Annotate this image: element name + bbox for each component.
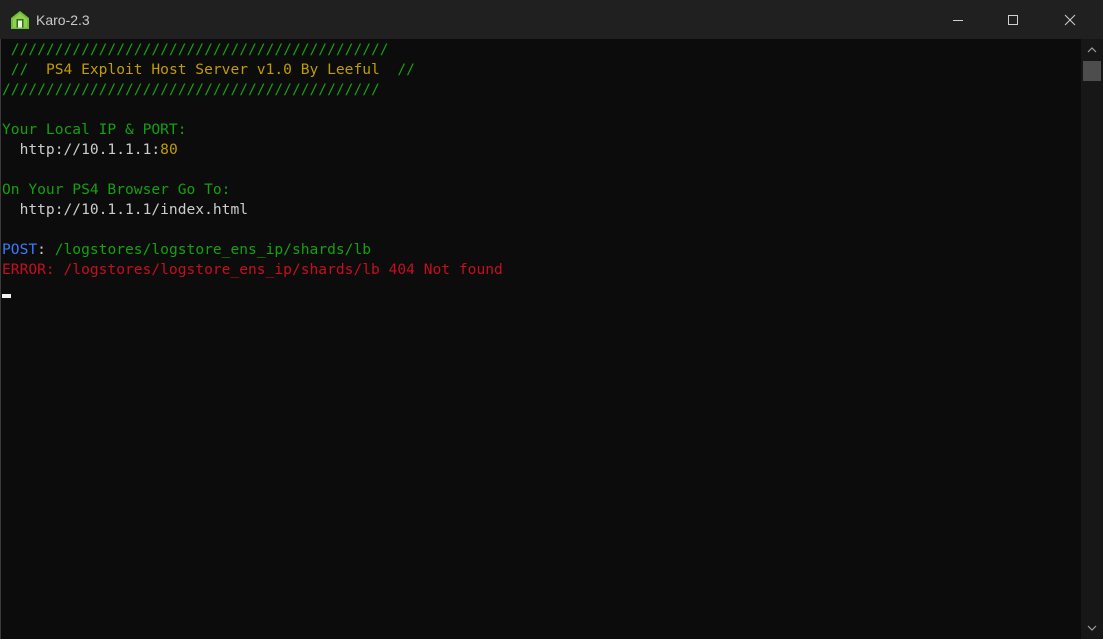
- console-window: Karo-2.3 ///////////////////////////////…: [0, 0, 1103, 639]
- terminal-text-segment: 80: [160, 141, 178, 158]
- terminal-text-segment: ERROR: /logstores/logstore_ens_ip/shards…: [2, 261, 503, 278]
- terminal-text-segment: //: [2, 61, 46, 78]
- terminal-text-segment: ////////////////////////////////////////…: [2, 41, 389, 58]
- minimize-button[interactable]: [935, 0, 981, 39]
- vertical-scrollbar[interactable]: [1081, 39, 1103, 639]
- terminal-text-segment: /logstores/logstore_ens_ip/shards/lb: [54, 241, 372, 258]
- terminal-line: ERROR: /logstores/logstore_ens_ip/shards…: [2, 260, 503, 280]
- close-button[interactable]: [1047, 0, 1093, 39]
- terminal-text-segment: ////////////////////////////////////////…: [2, 81, 380, 98]
- scroll-up-button[interactable]: [1081, 41, 1103, 59]
- terminal-text-segment: :: [37, 241, 55, 258]
- terminal-output-area[interactable]: ////////////////////////////////////////…: [0, 39, 1081, 639]
- terminal-line: On Your PS4 Browser Go To:: [2, 180, 503, 200]
- maximize-button[interactable]: [990, 0, 1036, 39]
- terminal-text-segment: //: [379, 61, 415, 78]
- scroll-down-arrow-icon: [1087, 619, 1097, 637]
- scroll-up-arrow-icon: [1087, 41, 1097, 59]
- scroll-thumb[interactable]: [1083, 61, 1101, 81]
- minimize-icon: [952, 14, 964, 26]
- terminal-line: http://10.1.1.1:80: [2, 140, 503, 160]
- terminal-text-segment: PS4 Exploit Host Server v1.0 By Leeful: [45, 61, 380, 78]
- terminal-text-segment: Your Local IP & PORT:: [2, 121, 187, 138]
- terminal-text-segment: On Your PS4 Browser Go To:: [2, 181, 231, 198]
- text-cursor: [2, 294, 11, 298]
- scroll-down-button[interactable]: [1081, 619, 1103, 637]
- terminal-line: http://10.1.1.1/index.html: [2, 200, 503, 220]
- terminal-text-segment: http://10.1.1.1/index.html: [2, 201, 249, 218]
- window-title: Karo-2.3: [36, 12, 90, 28]
- app-house-icon: [10, 10, 30, 30]
- terminal-text-segment: POST: [2, 241, 38, 258]
- maximize-icon: [1007, 14, 1019, 26]
- terminal-line: Your Local IP & PORT:: [2, 120, 503, 140]
- terminal-lines: ////////////////////////////////////////…: [2, 40, 503, 280]
- title-bar[interactable]: Karo-2.3: [0, 0, 1103, 39]
- terminal-text-segment: http://10.1.1.1:: [2, 141, 161, 158]
- terminal-line: ////////////////////////////////////////…: [2, 80, 503, 100]
- terminal-line: ////////////////////////////////////////…: [2, 40, 503, 60]
- terminal-line: POST: /logstores/logstore_ens_ip/shards/…: [2, 240, 503, 260]
- terminal-line: // PS4 Exploit Host Server v1.0 By Leefu…: [2, 60, 503, 80]
- close-icon: [1064, 14, 1076, 26]
